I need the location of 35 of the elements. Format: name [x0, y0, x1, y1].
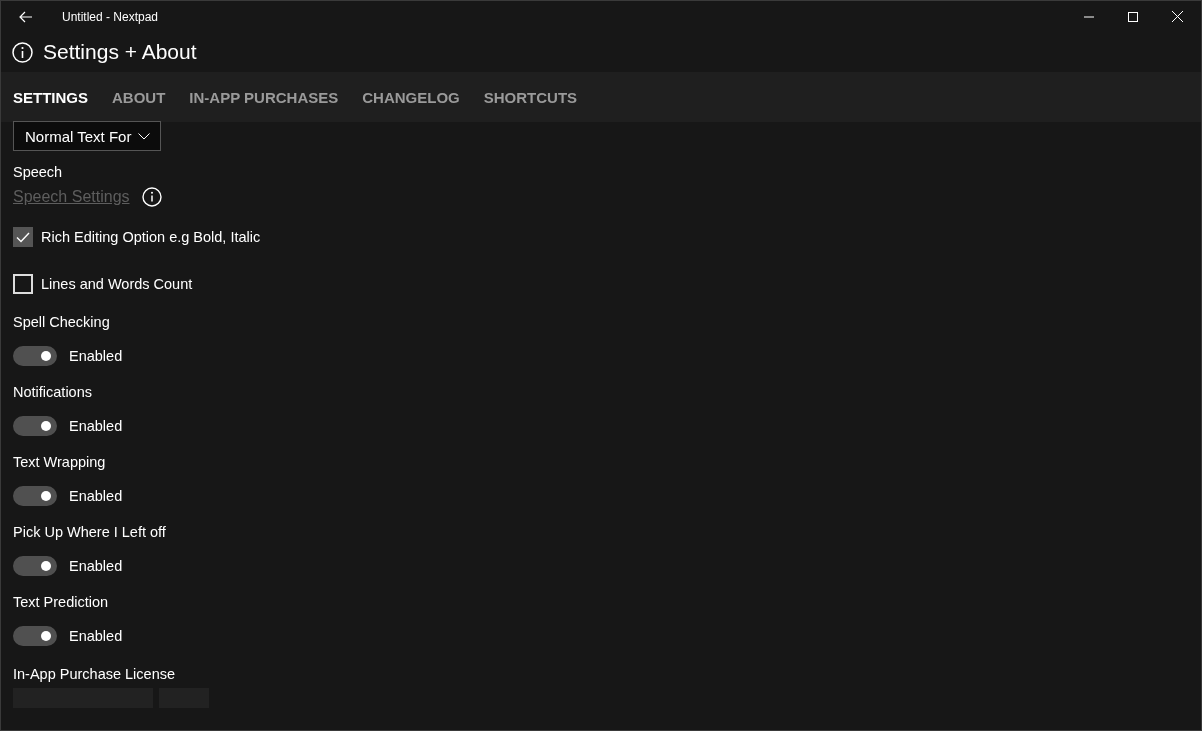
toggle-switch[interactable] — [13, 416, 57, 436]
tab[interactable]: IN-APP PURCHASES — [189, 88, 339, 106]
setting-label: Text Prediction — [13, 594, 110, 610]
section-label: Speech — [13, 164, 63, 180]
toggle-state: Enabled — [69, 558, 123, 574]
toggle-state: Enabled — [69, 628, 123, 644]
toggle-switch[interactable] — [13, 556, 57, 576]
checkbox-label: Rich Editing Option e.g Bold, Italic — [41, 229, 261, 245]
minimize-icon[interactable] — [1084, 15, 1094, 18]
toggle-state: Enabled — [69, 348, 123, 364]
chevron-down-icon — [138, 132, 150, 140]
info-icon[interactable] — [141, 187, 162, 207]
setting-label: In-App Purchase License — [13, 666, 175, 682]
setting-label: Pick Up Where I Left off — [13, 524, 166, 540]
maximize-icon[interactable] — [1128, 11, 1138, 22]
toggle-state: Enabled — [69, 488, 123, 504]
toggle-switch[interactable] — [13, 346, 57, 366]
back-arrow-icon[interactable] — [19, 10, 33, 23]
toggle-state: Enabled — [69, 418, 123, 434]
tab[interactable]: SETTINGS — [13, 88, 88, 106]
window-title: Untitled - Nextpad — [62, 9, 159, 24]
tab[interactable]: SHORTCUTS — [483, 88, 578, 106]
tab[interactable]: CHANGELOG — [362, 88, 460, 106]
info-icon — [12, 41, 33, 63]
setting-label: Spell Checking — [13, 314, 111, 330]
toggle-switch[interactable] — [13, 626, 57, 646]
setting-label: Notifications — [13, 384, 93, 400]
tab[interactable]: ABOUT — [112, 88, 166, 106]
close-icon[interactable] — [1172, 11, 1183, 22]
checkbox-label: Lines and Words Count — [41, 276, 193, 292]
font-dropdown[interactable]: Normal Text For — [13, 121, 161, 151]
checkbox[interactable] — [13, 227, 33, 247]
setting-label: Text Wrapping — [13, 454, 107, 470]
page-title: Settings + About — [43, 40, 197, 64]
toggle-switch[interactable] — [13, 486, 57, 506]
